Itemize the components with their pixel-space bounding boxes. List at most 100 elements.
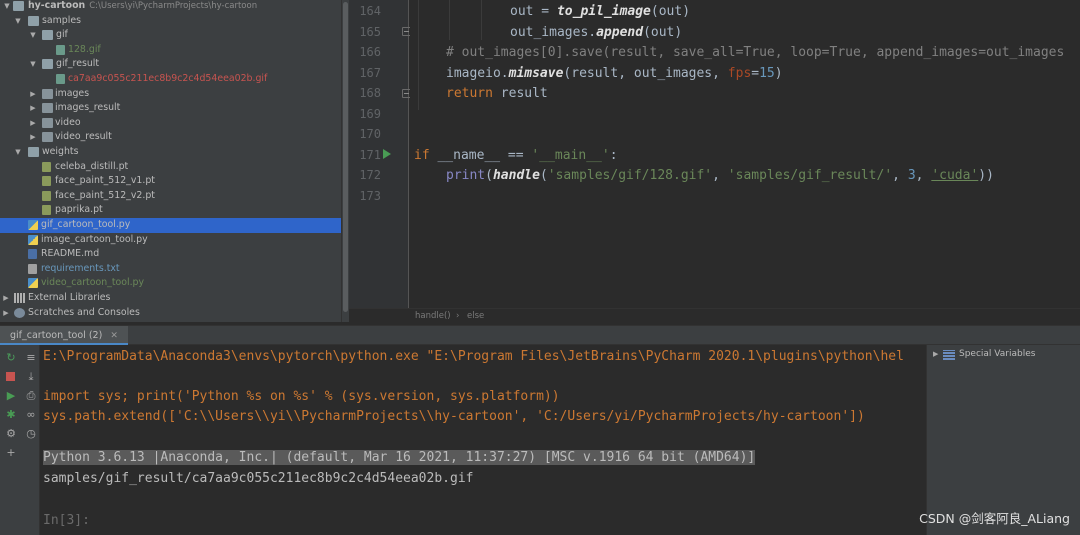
console-output[interactable]: E:\ProgramData\Anaconda3\envs\pytorch\py… — [40, 345, 926, 535]
chevron-down-icon[interactable]: ▼ — [28, 28, 38, 43]
chevron-down-icon[interactable]: ▼ — [28, 57, 38, 72]
line-number: 170 — [359, 127, 381, 141]
code-line-167: imageio.mimsave(result, out_images, fps=… — [446, 65, 783, 81]
tree-item-label: requirements.txt — [41, 262, 120, 274]
tree-item-celeba-distill[interactable]: celeba_distill.pt — [0, 160, 341, 175]
folder-icon — [28, 15, 39, 26]
tree-item-face-paint-v2[interactable]: face_paint_512_v2.pt — [0, 189, 341, 204]
code-editor[interactable]: out = to_pil_image(out) out_images.appen… — [410, 0, 1080, 308]
line-number: 167 — [359, 65, 381, 80]
tree-item-samples[interactable]: ▼ samples — [0, 14, 341, 29]
tree-item-label: 128.gif — [68, 43, 101, 55]
watermark: CSDN @剑客阿良_ALiang — [919, 511, 1070, 526]
tree-item-gif-result[interactable]: ▼ gif_result — [0, 57, 341, 72]
tree-item-weights[interactable]: ▼ weights — [0, 145, 341, 160]
close-icon[interactable]: ✕ — [110, 331, 118, 341]
console-prompt[interactable]: In[3]: — [43, 513, 90, 528]
indent-guide — [418, 0, 419, 110]
tree-item-label: Scratches and Consoles — [28, 306, 140, 318]
file-icon — [42, 205, 51, 216]
line-number: 164 — [359, 4, 381, 18]
variables-icon — [943, 350, 955, 360]
folder-icon — [42, 30, 53, 41]
show-variables-icon[interactable]: ∞ — [25, 409, 37, 421]
tab-console[interactable]: gif_cartoon_tool (2) ✕ — [0, 326, 128, 345]
scroll-to-end-icon[interactable]: ⤓ — [25, 371, 37, 383]
chevron-down-icon[interactable]: ▼ — [13, 14, 23, 29]
breadcrumb-item[interactable]: handle() — [415, 311, 451, 321]
console-toolbar: ↻ ▶ ✱ ⚙ + ≡ ⤓ ⎙ ∞ ◷ — [0, 345, 40, 535]
tree-item-requirements[interactable]: requirements.txt — [0, 262, 341, 277]
special-variables-label[interactable]: Special Variables — [959, 349, 1035, 359]
folder-icon — [42, 103, 53, 114]
tree-item-gif[interactable]: ▼ gif — [0, 28, 341, 43]
chevron-right-icon[interactable]: ▶ — [933, 350, 938, 358]
tree-item-label: image_cartoon_tool.py — [41, 233, 148, 245]
code-line-164: out = to_pil_image(out) — [510, 4, 691, 19]
image-file-icon — [56, 74, 65, 84]
debug-icon[interactable]: ✱ — [5, 409, 17, 421]
print-icon[interactable]: ⎙ — [25, 390, 37, 402]
project-tree: ▼ hy-cartoon C:\Users\yi\PycharmProjects\… — [0, 0, 341, 322]
chevron-right-icon[interactable]: ▶ — [28, 87, 38, 102]
tree-item-scratches[interactable]: ▶ Scratches and Consoles — [0, 306, 341, 321]
console-version-line: Python 3.6.13 |Anaconda, Inc.| (default,… — [43, 450, 756, 465]
scrollbar-thumb[interactable] — [343, 2, 348, 312]
file-icon — [42, 176, 51, 187]
indent-guide — [449, 0, 450, 40]
tree-item-video-cartoon-tool[interactable]: video_cartoon_tool.py — [0, 276, 341, 291]
history-icon[interactable]: ◷ — [25, 428, 37, 440]
run-gutter-icon[interactable] — [383, 149, 391, 159]
chevron-right-icon[interactable]: ▶ — [1, 306, 11, 321]
tree-item-external-libraries[interactable]: ▶ External Libraries — [0, 291, 341, 306]
file-icon — [42, 190, 51, 201]
tree-root[interactable]: ▼ hy-cartoon C:\Users\yi\PycharmProjects\… — [0, 0, 341, 14]
text-file-icon — [28, 263, 37, 274]
file-icon — [42, 161, 51, 172]
rerun-icon[interactable]: ↻ — [5, 352, 17, 364]
tree-item-images[interactable]: ▶ images — [0, 87, 341, 102]
tree-item-images-result[interactable]: ▶ images_result — [0, 101, 341, 116]
chevron-right-icon[interactable]: ▶ — [1, 291, 11, 306]
chevron-right-icon[interactable]: ▶ — [28, 130, 38, 145]
soft-wrap-icon[interactable]: ≡ — [25, 352, 37, 364]
chevron-down-icon[interactable]: ▼ — [2, 0, 12, 14]
python-file-icon — [28, 220, 38, 230]
tree-item-gif-cartoon-tool[interactable]: gif_cartoon_tool.py — [0, 218, 341, 233]
tree-item-video-result[interactable]: ▶ video_result — [0, 130, 341, 145]
tree-item-label: video — [55, 116, 81, 128]
folder-icon — [28, 147, 39, 157]
tree-item-face-paint-v1[interactable]: face_paint_512_v1.pt — [0, 174, 341, 189]
folder-icon — [42, 132, 53, 143]
tree-item-result-gif[interactable]: ca7aa9c055c211ec8b9c2c4d54eea02b.gif — [0, 72, 341, 87]
breadcrumb: handle() › else — [349, 308, 1080, 325]
project-path: C:\Users\yi\PycharmProjects\hy-cartoon — [89, 1, 258, 11]
tree-scrollbar[interactable] — [341, 0, 349, 322]
breadcrumb-item[interactable]: else — [467, 311, 484, 321]
chevron-right-icon[interactable]: ▶ — [28, 116, 38, 131]
folder-icon — [42, 117, 53, 128]
chevron-down-icon[interactable]: ▼ — [13, 145, 23, 160]
settings-icon[interactable]: ⚙ — [5, 428, 17, 440]
tree-item-image-cartoon-tool[interactable]: image_cartoon_tool.py — [0, 233, 341, 248]
tree-item-label: External Libraries — [28, 292, 111, 303]
tree-item-paprika[interactable]: paprika.pt — [0, 203, 341, 218]
folder-icon — [42, 88, 53, 99]
console-command-line: E:\ProgramData\Anaconda3\envs\pytorch\py… — [43, 349, 904, 364]
line-number: 171 — [359, 147, 381, 162]
run-icon[interactable]: ▶ — [5, 390, 17, 402]
code-line-171: if __name__ == '__main__': — [414, 147, 618, 163]
tree-item-label: video_cartoon_tool.py — [41, 277, 145, 289]
console-import-line: import sys; print('Python %s on %s' % (s… — [43, 389, 560, 404]
tree-item-label: face_paint_512_v2.pt — [55, 189, 155, 201]
chevron-right-icon[interactable]: ▶ — [28, 101, 38, 116]
indent-guide — [481, 0, 482, 40]
tree-item-128-gif[interactable]: 128.gif — [0, 43, 341, 58]
stop-icon[interactable] — [5, 371, 17, 383]
markdown-file-icon — [28, 249, 37, 260]
python-file-icon — [28, 234, 38, 245]
tree-item-label: images — [55, 87, 90, 99]
tree-item-video[interactable]: ▶ video — [0, 116, 341, 131]
tree-item-readme[interactable]: README.md — [0, 247, 341, 262]
add-icon[interactable]: + — [5, 447, 17, 459]
